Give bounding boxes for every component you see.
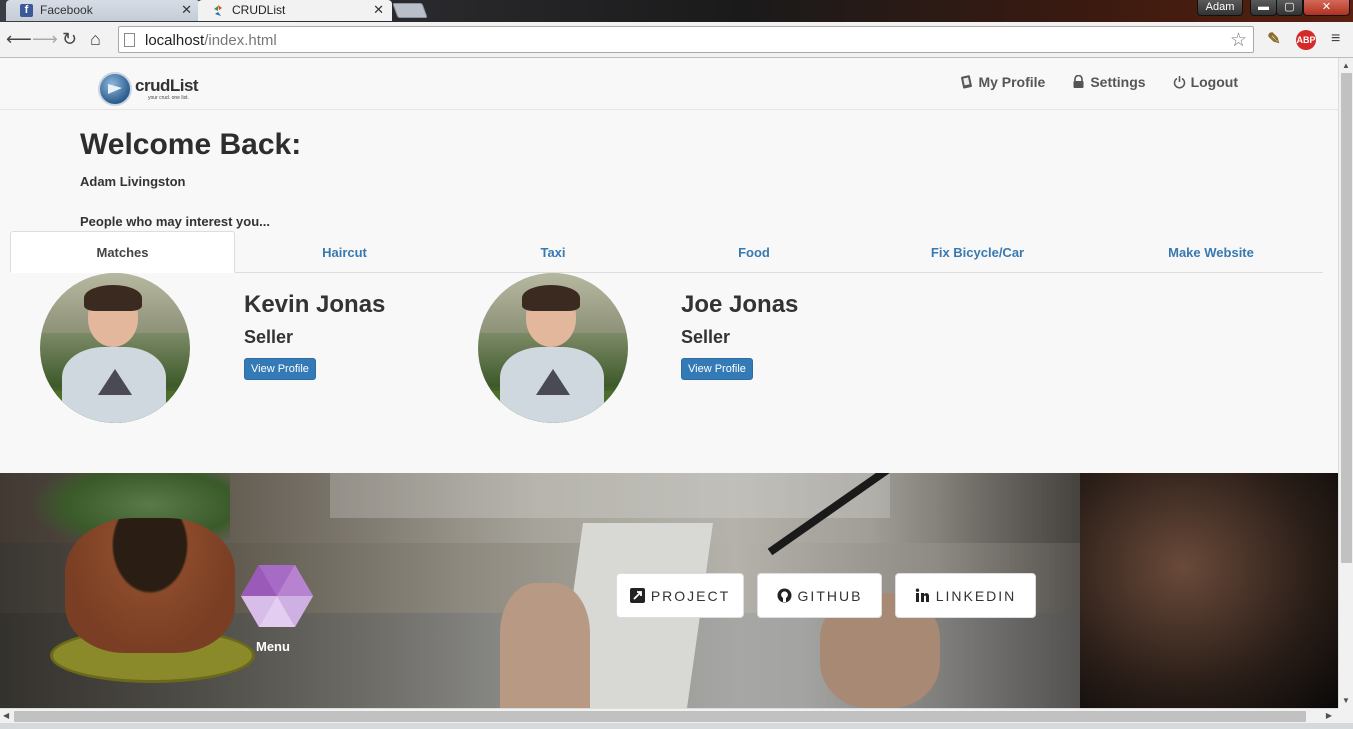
button-label: GITHUB <box>797 587 863 604</box>
minimize-icon[interactable]: ▬ <box>1250 0 1277 16</box>
page-viewport: crudList your crud. one list. My Profile… <box>0 58 1338 708</box>
nav-logout[interactable]: Logout <box>1173 74 1238 90</box>
address-bar[interactable]: localhost/index.html ☆ <box>118 26 1254 53</box>
welcome-heading: Welcome Back: <box>80 128 302 161</box>
scroll-down-icon[interactable]: ▼ <box>1342 696 1350 705</box>
username-text: Adam Livingston <box>80 174 186 189</box>
hexagon-menu-icon[interactable] <box>241 565 313 627</box>
tab-taxi[interactable]: Taxi <box>454 231 652 273</box>
close-window-icon[interactable]: ✕ <box>1303 0 1350 16</box>
window-titlebar: f Facebook ✕ CRUDList ✕ Adam ▬ ▢ ✕ <box>0 0 1353 22</box>
back-arrow-icon[interactable]: ⟵ <box>6 30 32 48</box>
logo-tagline: your crud. one list. <box>148 95 189 101</box>
taskbar-strip <box>0 723 1353 729</box>
scrollbar-thumb[interactable] <box>1341 73 1352 563</box>
nav-settings[interactable]: Settings <box>1072 74 1146 90</box>
url-text: localhost/index.html <box>145 32 277 49</box>
close-tab-icon[interactable]: ✕ <box>181 2 192 18</box>
button-label: PROJECT <box>650 587 731 604</box>
view-profile-button[interactable]: View Profile <box>681 358 753 380</box>
person-role: Seller <box>244 327 294 347</box>
forward-arrow-icon[interactable]: ⟶ <box>32 30 58 48</box>
tab-matches[interactable]: Matches <box>10 231 235 273</box>
avatar <box>478 273 628 423</box>
github-button[interactable]: GITHUB <box>757 573 882 618</box>
tab-title: Facebook <box>40 3 93 17</box>
tab-fix-bicycle-car[interactable]: Fix Bicycle/Car <box>856 231 1099 273</box>
nav-label: Logout <box>1190 74 1238 90</box>
view-profile-button[interactable]: View Profile <box>244 358 316 380</box>
avatar <box>40 273 190 423</box>
hero-background-image: Menu PROJECT GITHUB LINKEDIN <box>0 473 1338 708</box>
tab-food[interactable]: Food <box>652 231 856 273</box>
maximize-icon[interactable]: ▢ <box>1276 0 1303 16</box>
scroll-left-icon[interactable]: ◀ <box>3 711 9 720</box>
person-name: Kevin Jonas <box>244 291 386 318</box>
linkedin-button[interactable]: LINKEDIN <box>895 573 1036 618</box>
close-tab-icon[interactable]: ✕ <box>373 2 384 18</box>
category-tabs: Matches Haircut Taxi Food Fix Bicycle/Ca… <box>10 231 1323 273</box>
page-icon <box>124 33 135 47</box>
horizontal-scrollbar[interactable]: ◀ ▶ <box>0 708 1338 723</box>
profile-user-button[interactable]: Adam <box>1197 0 1243 16</box>
browser-toolbar: ⟵ ⟶ ↻ ⌂ localhost/index.html ☆ ✎ ABP ≡ <box>0 22 1353 58</box>
linkedin-icon <box>915 588 930 603</box>
browser-tab-crudlist[interactable]: CRUDList ✕ <box>198 0 392 21</box>
nav-label: Settings <box>1090 74 1146 90</box>
site-logo[interactable]: crudList your crud. one list. <box>98 72 202 106</box>
github-icon <box>777 588 792 603</box>
nav-label: My Profile <box>978 74 1046 90</box>
menu-label[interactable]: Menu <box>256 639 290 654</box>
logo-mark-icon <box>98 72 132 106</box>
button-label: LINKEDIN <box>935 587 1017 604</box>
lock-icon <box>1072 74 1085 89</box>
crudlist-favicon-icon <box>212 4 225 17</box>
nav-links: My Profile Settings Logout <box>960 74 1238 90</box>
external-link-icon <box>629 588 645 603</box>
tab-make-website[interactable]: Make Website <box>1099 231 1323 273</box>
person-role: Seller <box>681 327 731 347</box>
bookmark-star-icon[interactable]: ☆ <box>1230 29 1247 52</box>
power-icon <box>1173 75 1186 89</box>
project-button[interactable]: PROJECT <box>616 573 744 618</box>
tab-title: CRUDList <box>232 3 286 17</box>
profile-icon <box>960 75 973 89</box>
site-navbar: crudList your crud. one list. My Profile… <box>0 58 1338 110</box>
logo-text: crudList <box>135 76 199 95</box>
person-name: Joe Jonas <box>681 291 799 318</box>
vertical-scrollbar[interactable]: ▲ ▼ <box>1338 58 1353 708</box>
nav-my-profile[interactable]: My Profile <box>960 74 1045 90</box>
new-tab-button[interactable] <box>392 3 428 18</box>
scrollbar-corner <box>1338 708 1353 723</box>
adblock-icon[interactable]: ABP <box>1296 30 1316 50</box>
scrollbar-thumb[interactable] <box>14 711 1306 722</box>
scroll-right-icon[interactable]: ▶ <box>1326 711 1332 720</box>
facebook-favicon-icon: f <box>20 4 33 17</box>
scroll-up-icon[interactable]: ▲ <box>1342 61 1350 70</box>
home-icon[interactable]: ⌂ <box>90 30 101 48</box>
reload-icon[interactable]: ↻ <box>62 30 77 48</box>
extension-pen-icon[interactable]: ✎ <box>1264 30 1284 50</box>
tab-haircut[interactable]: Haircut <box>235 231 454 273</box>
menu-hamburger-icon[interactable]: ≡ <box>1331 30 1340 48</box>
browser-tab-facebook[interactable]: f Facebook ✕ <box>6 0 200 21</box>
interest-text: People who may interest you... <box>80 214 270 229</box>
